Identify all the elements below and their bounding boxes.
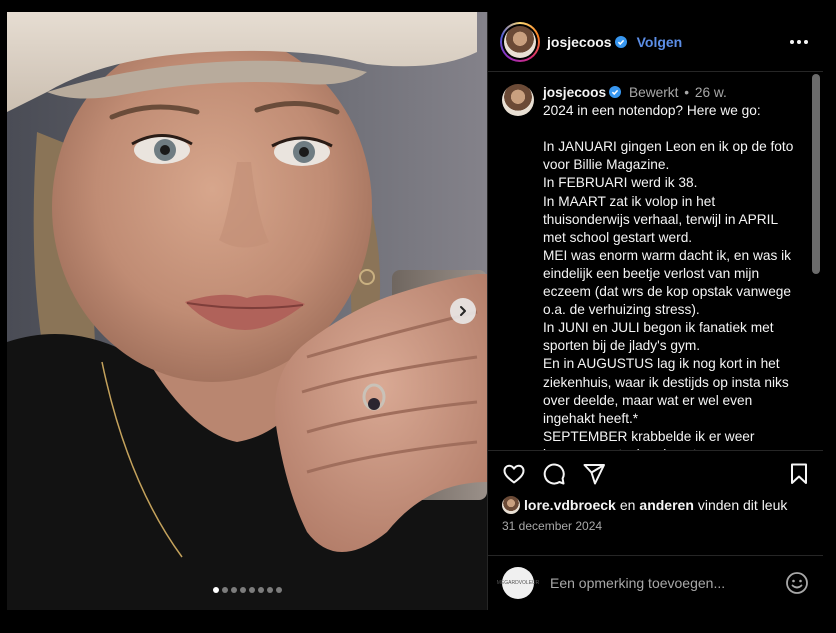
like-button[interactable] <box>502 462 526 486</box>
comment-input[interactable] <box>548 573 768 592</box>
caption-username-link[interactable]: josjecoos <box>543 85 606 100</box>
post-timestamp[interactable]: 26 w. <box>695 85 727 100</box>
separator-dot: • <box>684 85 690 100</box>
selfie-image <box>7 12 487 610</box>
edited-label: Bewerkt <box>628 85 679 100</box>
post-modal: josjecoos Volgen josjecoos Bewerkt • 26 … <box>7 12 823 610</box>
header-username-link[interactable]: josjecoos <box>547 34 627 50</box>
save-button[interactable] <box>787 462 811 486</box>
bookmark-icon <box>791 463 807 484</box>
carousel-dot <box>257 587 264 593</box>
verified-badge-icon <box>609 86 622 98</box>
chevron-right-icon <box>460 306 466 316</box>
comment-button[interactable] <box>542 462 566 486</box>
likes-summary: lore.vdbroeck en anderen vinden dit leuk <box>502 496 811 514</box>
add-comment-bar: MEGARDVOLEUR <box>488 555 823 609</box>
more-options-button[interactable] <box>787 30 811 54</box>
send-icon <box>583 464 605 485</box>
caption-scrollbar[interactable] <box>812 74 820 274</box>
more-options-icon <box>790 39 808 44</box>
carousel-dot <box>221 587 228 593</box>
liker-username-link[interactable]: lore.vdbroeck <box>524 497 616 513</box>
avatar <box>504 25 536 58</box>
post-actions: lore.vdbroeck en anderen vinden dit leuk… <box>488 450 823 533</box>
post-header: josjecoos Volgen <box>488 12 823 72</box>
carousel-dot <box>275 587 282 593</box>
caption-avatar[interactable] <box>502 84 534 116</box>
carousel-dot <box>230 587 237 593</box>
caption-text: 2024 in een notendop? Here we go: In JAN… <box>543 103 794 450</box>
post-side-panel: josjecoos Volgen josjecoos Bewerkt • 26 … <box>487 12 823 610</box>
likes-suffix: vinden dit leuk <box>697 497 788 513</box>
carousel-dot <box>248 587 255 593</box>
others-link[interactable]: anderen <box>639 497 693 513</box>
post-date[interactable]: 31 december 2024 <box>502 519 811 533</box>
emoji-icon[interactable] <box>785 571 809 595</box>
post-photo[interactable] <box>7 12 487 610</box>
story-ring[interactable] <box>500 21 540 62</box>
liker-avatar[interactable] <box>502 496 520 514</box>
carousel-dot <box>239 587 246 593</box>
likes-connector: en <box>619 497 636 513</box>
caption-section: josjecoos Bewerkt • 26 w. 2024 in een no… <box>488 72 823 450</box>
carousel-dot <box>266 587 273 593</box>
caption: josjecoos Bewerkt • 26 w. 2024 in een no… <box>543 84 799 450</box>
carousel-indicator <box>7 587 487 593</box>
share-button[interactable] <box>582 462 606 486</box>
username: josjecoos <box>547 33 612 50</box>
follow-button[interactable]: Volgen <box>637 34 683 50</box>
current-user-avatar: MEGARDVOLEUR <box>497 566 539 599</box>
carousel-next-button[interactable] <box>450 298 476 324</box>
comment-icon <box>543 463 565 485</box>
carousel-dot <box>212 587 219 593</box>
heart-icon <box>503 464 525 484</box>
verified-badge-icon <box>614 35 627 48</box>
